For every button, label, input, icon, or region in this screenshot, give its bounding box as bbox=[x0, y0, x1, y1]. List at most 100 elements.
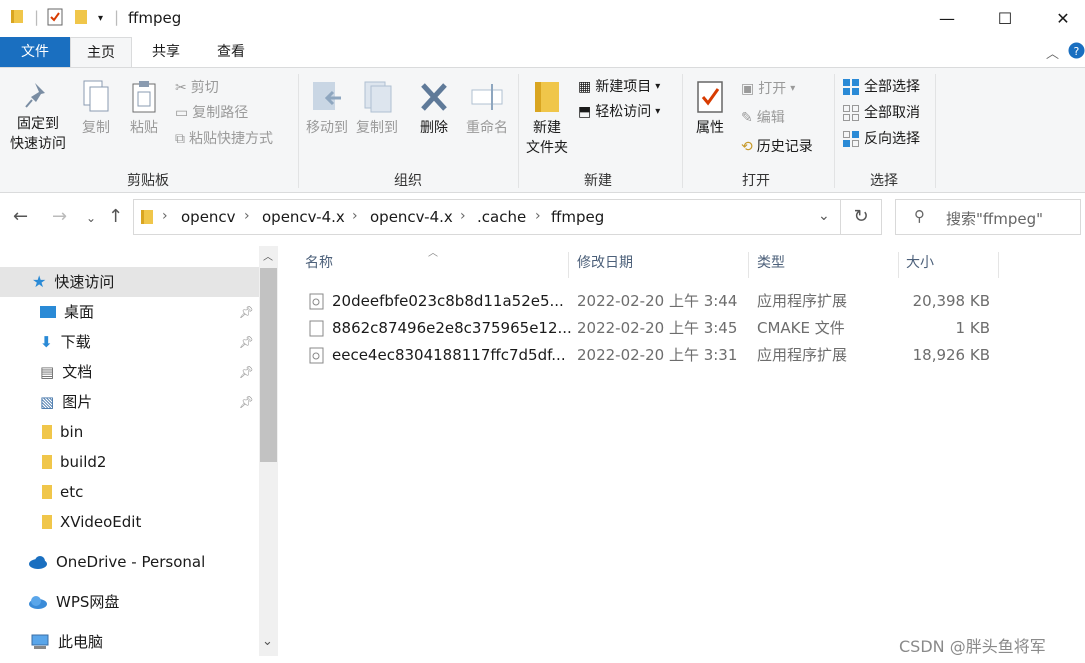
file-name: eece4ec8304188117ffc7d5df... bbox=[332, 346, 566, 364]
column-divider[interactable] bbox=[998, 252, 999, 278]
select-all-button[interactable]: 全部选择 bbox=[842, 75, 920, 99]
edit-button[interactable]: ✎ 编辑 bbox=[741, 106, 785, 130]
nav-onedrive[interactable]: OneDrive - Personal bbox=[28, 547, 205, 577]
nav-item-build2[interactable]: build2 bbox=[42, 447, 106, 477]
open-button[interactable]: ▣ 打开 ▾ bbox=[741, 77, 795, 101]
chevron-down-icon: ▾ bbox=[655, 106, 661, 117]
nav-item-label: 图片 bbox=[62, 393, 93, 411]
pin-icon[interactable]: 📌︎ bbox=[239, 357, 254, 387]
chevron-down-icon[interactable]: ⌄ bbox=[818, 208, 830, 224]
column-header-name[interactable]: 名称 bbox=[305, 252, 333, 278]
nav-item-desktop[interactable]: 桌面 📌︎ bbox=[40, 297, 254, 327]
group-label-open: 打开 bbox=[742, 173, 770, 189]
properties-button[interactable]: 属性 bbox=[688, 80, 732, 138]
nav-item-pictures[interactable]: ▧ 图片 📌︎ bbox=[40, 387, 254, 417]
file-type: 应用程序扩展 bbox=[757, 292, 848, 310]
tab-file[interactable]: 文件 bbox=[0, 37, 70, 67]
properties-icon[interactable] bbox=[46, 8, 64, 30]
rename-button[interactable]: 重命名 bbox=[460, 80, 514, 138]
back-arrow-icon[interactable]: ← bbox=[13, 206, 28, 227]
rename-icon bbox=[471, 84, 503, 110]
delete-icon bbox=[421, 83, 447, 111]
nav-item-downloads[interactable]: ⬇ 下载 📌︎ bbox=[40, 327, 254, 357]
new-item-button[interactable]: ▦ 新建项目 ▾ bbox=[578, 75, 660, 99]
column-divider[interactable] bbox=[748, 252, 749, 278]
search-icon: ⚲ bbox=[914, 207, 925, 225]
dll-file-icon bbox=[309, 293, 324, 310]
move-to-button[interactable]: 移动到 bbox=[304, 80, 350, 138]
folder-icon[interactable] bbox=[10, 8, 24, 28]
delete-button[interactable]: 删除 bbox=[414, 80, 454, 138]
pin-icon[interactable]: 📌︎ bbox=[239, 387, 254, 417]
column-header-date[interactable]: 修改日期 bbox=[577, 252, 633, 278]
paste-shortcut-button[interactable]: ⧉ 粘贴快捷方式 bbox=[175, 127, 273, 151]
breadcrumb-opencv-4x-inner[interactable]: opencv-4.x bbox=[370, 208, 453, 226]
scroll-down-icon[interactable]: ⌄ bbox=[262, 634, 273, 649]
tab-share[interactable]: 共享 bbox=[136, 37, 196, 67]
up-arrow-icon[interactable]: ↑ bbox=[108, 206, 123, 227]
pin-icon[interactable]: 📌︎ bbox=[239, 297, 254, 327]
file-date: 2022-02-20 上午 3:45 bbox=[577, 319, 738, 337]
invert-selection-button[interactable]: 反向选择 bbox=[842, 127, 920, 151]
recent-locations-icon[interactable]: ⌄ bbox=[86, 211, 96, 225]
breadcrumb-cache[interactable]: .cache bbox=[477, 208, 526, 226]
nav-onedrive-label: OneDrive - Personal bbox=[56, 553, 206, 571]
group-separator bbox=[518, 74, 519, 188]
new-folder-button[interactable]: 新建 文件夹 bbox=[522, 80, 572, 158]
breadcrumb-separator: › bbox=[535, 208, 541, 224]
sort-ascending-icon: ︿ bbox=[428, 248, 438, 259]
copy-button[interactable]: 复制 bbox=[76, 80, 116, 138]
collapse-ribbon-icon[interactable]: ︿ bbox=[1046, 43, 1059, 62]
search-input[interactable]: 搜索"ffmpeg" bbox=[946, 208, 1043, 229]
nav-wps[interactable]: WPS网盘 bbox=[28, 587, 119, 617]
nav-item-label: 桌面 bbox=[64, 303, 95, 321]
cut-button[interactable]: ✂ 剪切 bbox=[175, 76, 219, 100]
copy-path-button[interactable]: ▭ 复制路径 bbox=[175, 101, 248, 125]
customize-toolbar-icon[interactable]: ▾ bbox=[98, 13, 103, 24]
nav-item-xvideoedit[interactable]: XVideoEdit bbox=[42, 507, 141, 537]
easy-access-button[interactable]: ⬒ 轻松访问 ▾ bbox=[578, 100, 660, 124]
nav-item-label: build2 bbox=[60, 453, 107, 471]
maximize-button[interactable]: ☐ bbox=[976, 0, 1034, 37]
navigation-pane: ★ 快速访问 桌面 📌︎ ⬇ 下载 📌︎ ▤ 文档 📌︎ ▧ 图片 📌︎ bin… bbox=[0, 246, 278, 663]
tab-home[interactable]: 主页 bbox=[70, 37, 132, 67]
column-header-type[interactable]: 类型 bbox=[757, 252, 785, 278]
column-divider[interactable] bbox=[568, 252, 569, 278]
nav-item-documents[interactable]: ▤ 文档 📌︎ bbox=[40, 357, 254, 387]
breadcrumb-separator: › bbox=[162, 208, 168, 224]
breadcrumb-opencv[interactable]: opencv bbox=[181, 208, 236, 226]
new-folder-icon[interactable] bbox=[73, 8, 89, 30]
nav-quick-access[interactable]: ★ 快速访问 bbox=[32, 267, 114, 297]
address-bar[interactable]: › opencv › opencv-4.x › opencv-4.x › .ca… bbox=[133, 199, 841, 235]
breadcrumb-opencv-4x[interactable]: opencv-4.x bbox=[262, 208, 345, 226]
folder-icon bbox=[42, 425, 52, 439]
nav-item-etc[interactable]: etc bbox=[42, 477, 83, 507]
nav-scrollbar-thumb[interactable] bbox=[260, 268, 277, 462]
nav-item-bin[interactable]: bin bbox=[42, 417, 83, 447]
scroll-up-icon[interactable]: ︿ bbox=[263, 248, 273, 263]
minimize-button[interactable]: — bbox=[918, 0, 976, 37]
new-item-label: 新建项目 bbox=[595, 79, 652, 95]
history-button[interactable]: ⟲ 历史记录 bbox=[741, 135, 813, 159]
search-box[interactable]: ⚲ 搜索"ffmpeg" bbox=[895, 199, 1081, 235]
column-header-size[interactable]: 大小 bbox=[906, 252, 934, 278]
group-label-clipboard: 剪贴板 bbox=[127, 173, 169, 189]
nav-this-pc[interactable]: 此电脑 bbox=[30, 627, 103, 657]
clipboard-icon bbox=[132, 81, 156, 113]
paste-button[interactable]: 粘贴 bbox=[124, 80, 164, 138]
select-none-button[interactable]: 全部取消 bbox=[842, 101, 920, 125]
help-icon[interactable]: ? bbox=[1068, 42, 1085, 63]
close-button[interactable]: ✕ bbox=[1034, 0, 1085, 37]
column-divider[interactable] bbox=[898, 252, 899, 278]
forward-arrow-icon[interactable]: → bbox=[52, 206, 67, 227]
copy-icon bbox=[83, 80, 109, 112]
group-separator bbox=[682, 74, 683, 188]
tab-view[interactable]: 查看 bbox=[200, 37, 262, 67]
refresh-button[interactable]: ↻ bbox=[841, 199, 882, 235]
pin-icon[interactable]: 📌︎ bbox=[239, 327, 254, 357]
copy-to-button[interactable]: 复制到 bbox=[354, 80, 400, 138]
file-date: 2022-02-20 上午 3:44 bbox=[577, 292, 738, 310]
pin-to-quick-access-button[interactable]: 固定到 快速访问 bbox=[6, 80, 70, 154]
breadcrumb-ffmpeg[interactable]: ffmpeg bbox=[551, 208, 604, 226]
delete-label: 删除 bbox=[420, 120, 448, 136]
